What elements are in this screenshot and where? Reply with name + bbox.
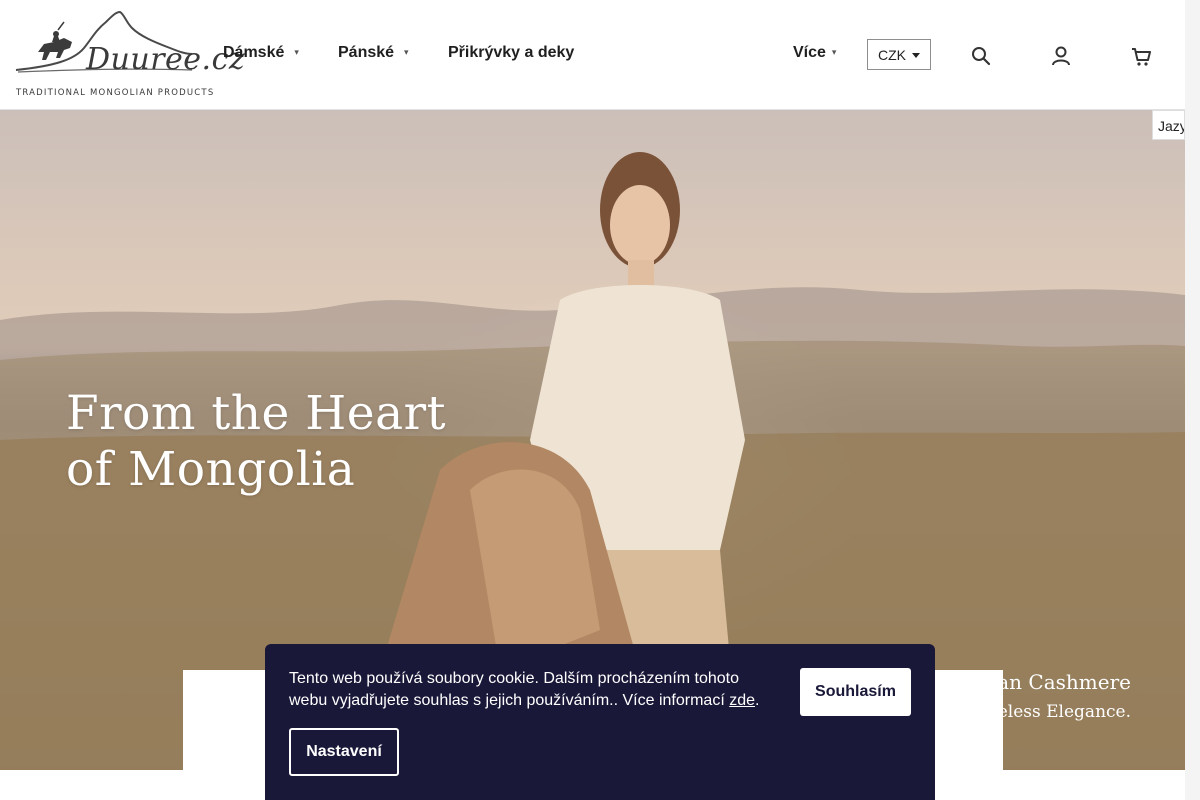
hero-title-line: From the Heart [66, 386, 446, 441]
hero-tagline: lian Cashmere [984, 670, 1131, 694]
cookie-message: Tento web používá soubory cookie. Dalším… [289, 670, 740, 709]
nav-item-panske[interactable]: Pánské ▾ [338, 44, 409, 62]
nav-item-label: Dámské [223, 44, 285, 61]
scrollbar[interactable] [1185, 0, 1200, 800]
nav-item-prikryvky[interactable]: Přikrývky a deky [448, 44, 574, 62]
currency-value: CZK [878, 47, 906, 63]
logo-wordmark: Duuree.cz [86, 42, 246, 77]
cookie-info-link[interactable]: zde [729, 692, 755, 709]
nav-item-label: Více [793, 44, 826, 61]
cookie-accept-button[interactable]: Souhlasím [800, 668, 911, 716]
nav-item-more[interactable]: Více ▾ [793, 44, 836, 62]
user-icon[interactable] [1050, 44, 1072, 68]
language-tab[interactable]: Jazyk [1152, 110, 1185, 140]
search-icon[interactable] [970, 44, 992, 68]
caret-down-icon [912, 53, 920, 58]
nav-item-label: Pánské [338, 44, 395, 61]
cookie-banner: Tento web používá soubory cookie. Dalším… [265, 644, 935, 800]
cookie-text: Tento web používá soubory cookie. Dalším… [289, 668, 779, 712]
nav-item-label: Přikrývky a deky [448, 44, 575, 61]
hero-title-line: of Mongolia [66, 442, 356, 497]
site-logo[interactable]: Duuree.cz TRADITIONAL MONGOLIAN PRODUCTS [14, 8, 245, 102]
site-header: Duuree.cz TRADITIONAL MONGOLIAN PRODUCTS… [0, 0, 1200, 110]
chevron-down-icon: ▾ [404, 47, 409, 58]
chevron-down-icon: ▾ [294, 47, 299, 58]
nav-item-damske[interactable]: Dámské ▾ [223, 44, 299, 62]
cart-icon[interactable] [1130, 44, 1152, 68]
chevron-down-icon: ▾ [831, 47, 837, 58]
logo-tagline: TRADITIONAL MONGOLIAN PRODUCTS [16, 88, 215, 98]
hero-title: From the Heart of Mongolia [66, 386, 446, 498]
currency-select[interactable]: CZK [867, 39, 931, 70]
cookie-settings-button[interactable]: Nastavení [289, 728, 399, 776]
cookie-text-end: . [755, 692, 760, 709]
